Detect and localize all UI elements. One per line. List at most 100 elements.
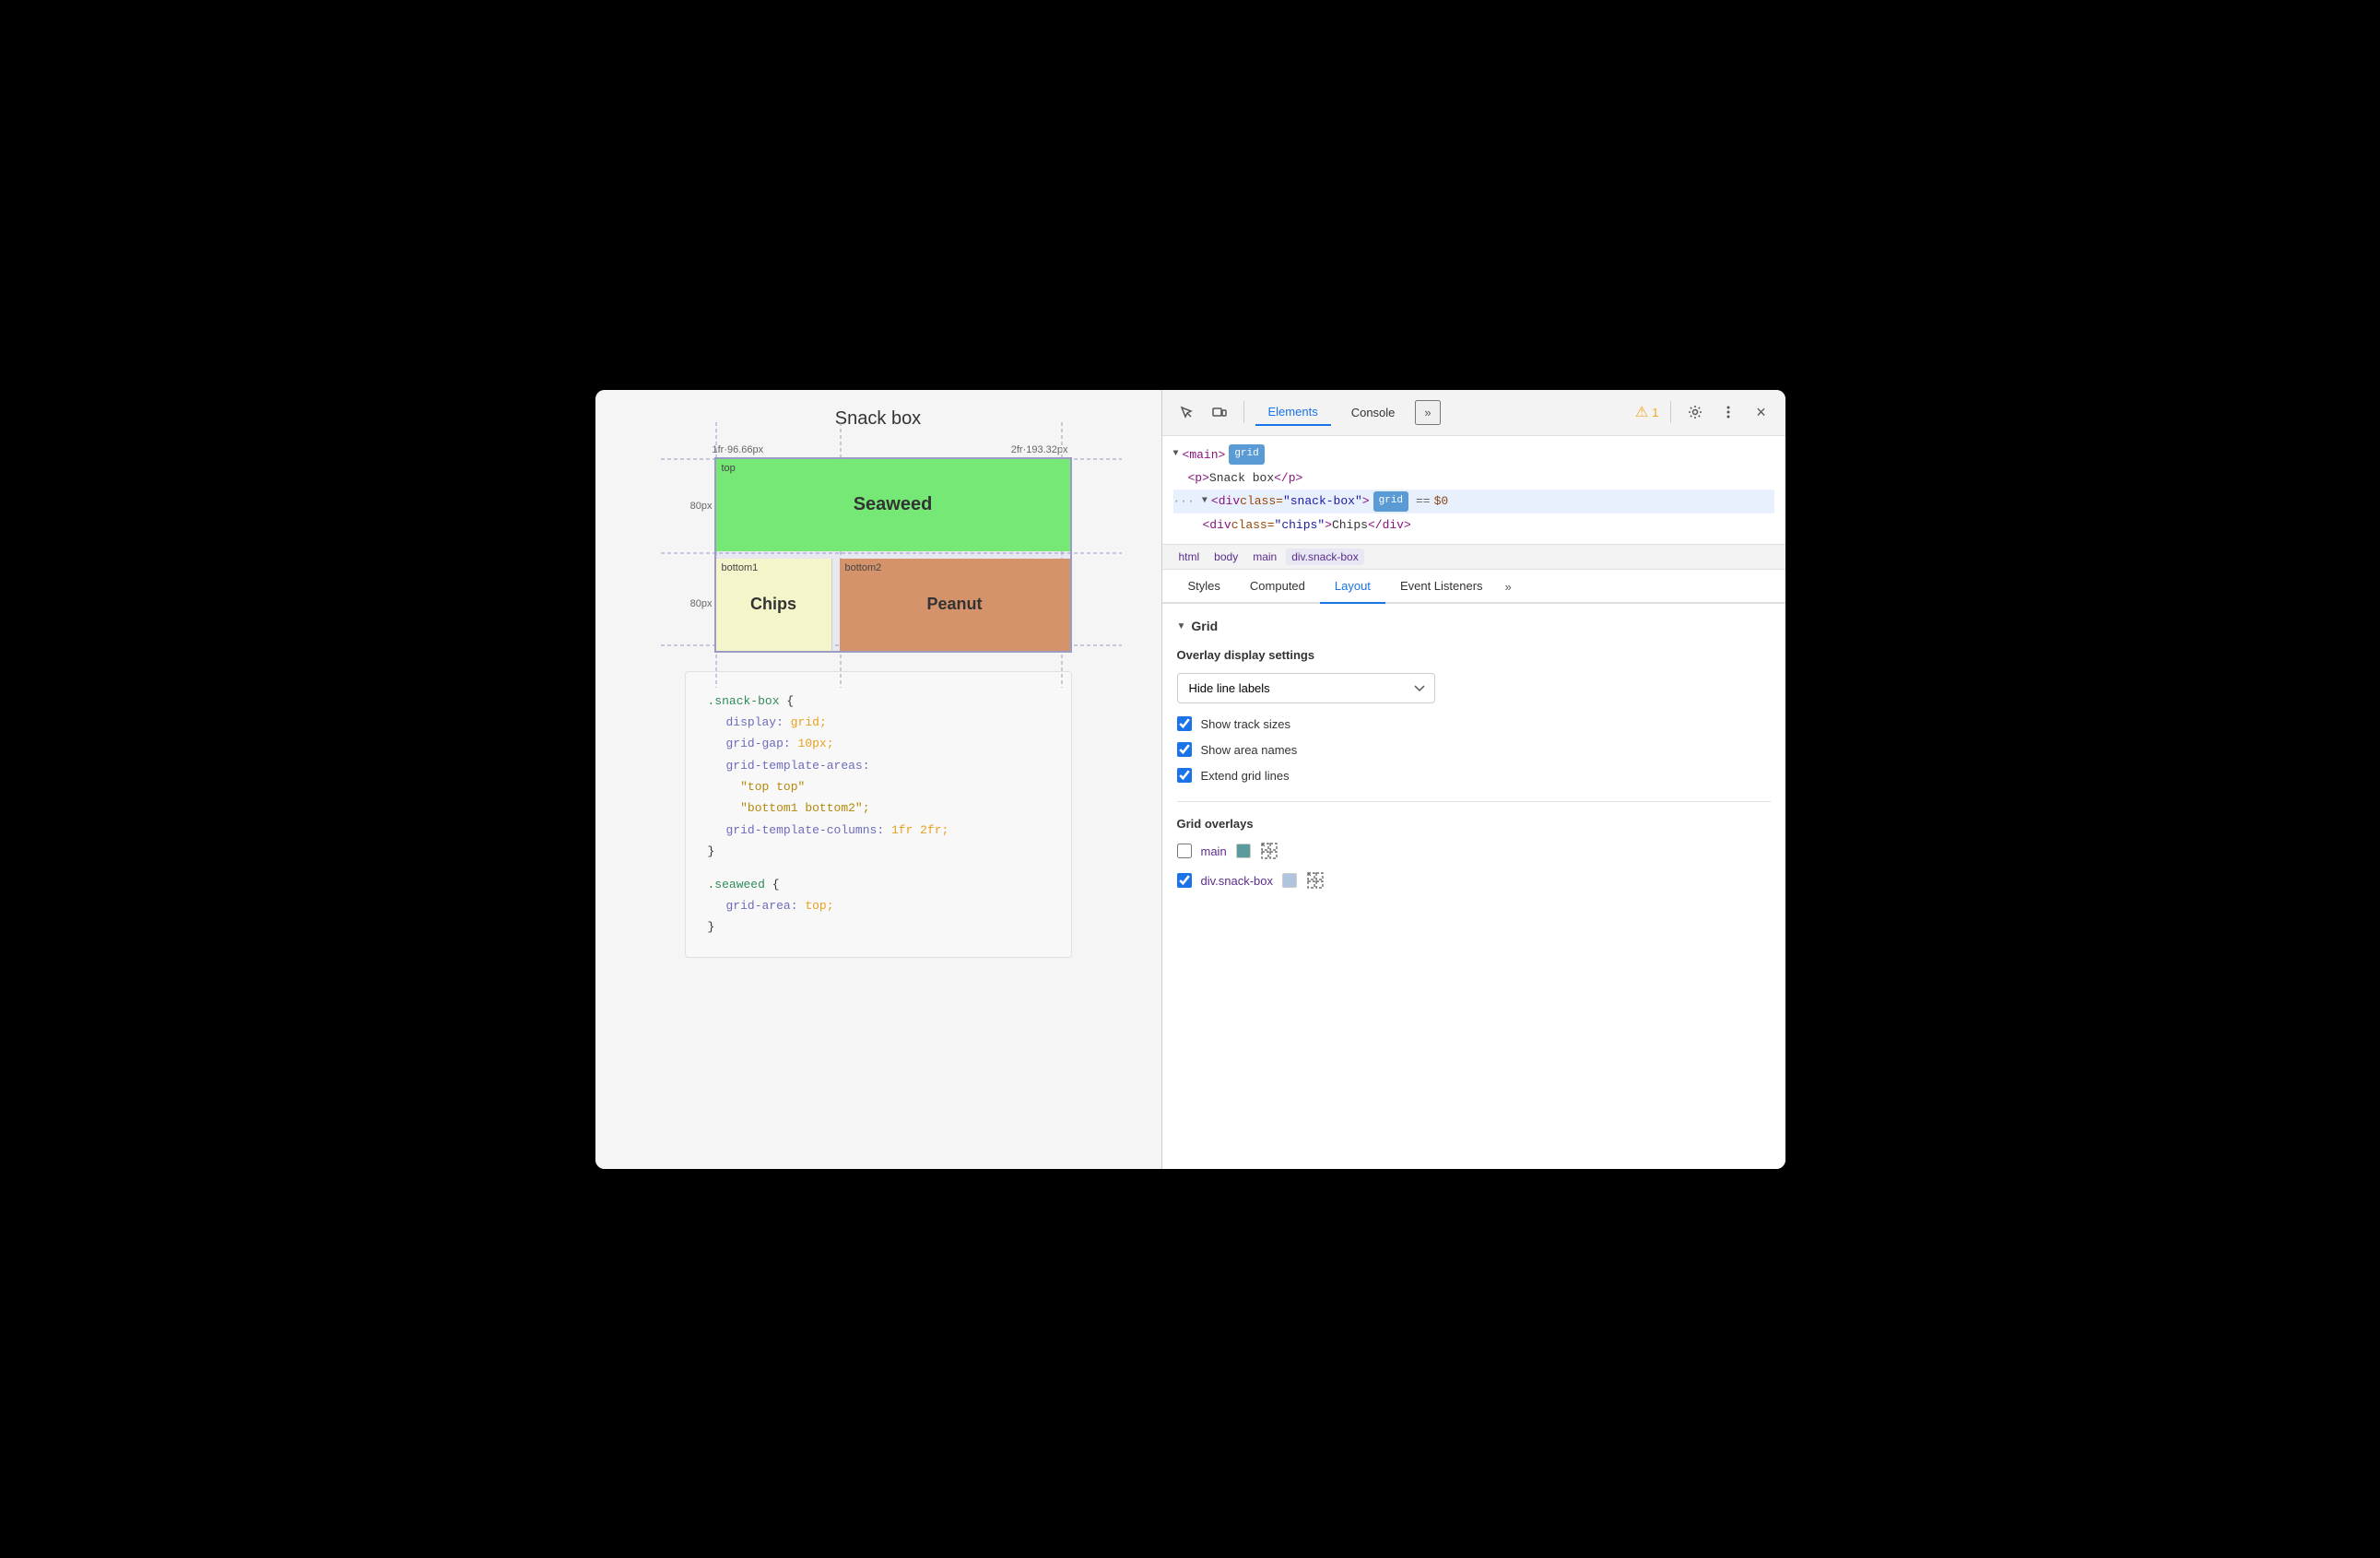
grid-label-col2: 2fr·193.32px <box>844 444 1072 455</box>
warning-count: 1 <box>1652 406 1658 419</box>
toolbar-right: ⚠ 1 × <box>1635 399 1774 425</box>
toolbar-separator-1 <box>1243 401 1244 423</box>
cell-peanut-content: Peanut <box>926 595 982 614</box>
code-line-close1: } <box>708 841 1049 862</box>
code-panel: .snack-box { display: grid; grid-gap: 10… <box>685 671 1072 958</box>
code-line-grid-area: grid-area: top; <box>726 895 1049 916</box>
grid-overlays-section: Grid overlays main <box>1177 817 1771 890</box>
code-blank <box>708 863 1049 874</box>
overlay-main-color[interactable] <box>1236 844 1251 858</box>
tab-event-listeners[interactable]: Event Listeners <box>1385 570 1498 604</box>
tab-computed[interactable]: Computed <box>1235 570 1320 604</box>
code-line-areas-label: grid-template-areas: <box>726 755 1049 776</box>
overlay-main-grid-icon[interactable] <box>1260 842 1278 860</box>
cell-seaweed-area: top <box>722 463 736 474</box>
tab-console[interactable]: Console <box>1338 400 1408 425</box>
dom-line-p: <p> Snack box </p> <box>1188 466 1774 490</box>
tab-more-btn[interactable]: » <box>1415 400 1440 425</box>
cell-chips-area: bottom1 <box>722 562 759 573</box>
dom-tree: ▼ <main> grid <p> Snack box </p> ··· ▼ <… <box>1162 436 1785 546</box>
dom-line-chips: <div class= "chips" > Chips </div> <box>1203 513 1774 537</box>
grid-row-2: bottom1 Chips bottom2 Peanut <box>716 559 1070 651</box>
cell-peanut: bottom2 Peanut <box>840 559 1070 651</box>
more-options-icon[interactable] <box>1715 399 1741 425</box>
code-line-close2: } <box>708 916 1049 938</box>
breadcrumb: html body main div.snack-box <box>1162 545 1785 570</box>
panel-tabs: Styles Computed Layout Event Listeners » <box>1162 570 1785 604</box>
snack-box-title: Snack box <box>835 408 921 430</box>
devtools-panel: Elements Console » ⚠ 1 <box>1162 390 1785 1169</box>
panel-tab-more[interactable]: » <box>1498 571 1519 603</box>
dom-badge-snack: grid <box>1373 491 1408 512</box>
dom-triangle-main: ▼ <box>1173 446 1179 463</box>
checkbox-extend-lines-input[interactable] <box>1177 768 1192 783</box>
breadcrumb-snack-box[interactable]: div.snack-box <box>1286 549 1363 565</box>
devtools-toolbar: Elements Console » ⚠ 1 <box>1162 390 1785 436</box>
breadcrumb-html[interactable]: html <box>1173 549 1206 565</box>
code-line-seaweed: .seaweed { <box>708 874 1049 895</box>
code-line-display: display: grid; <box>726 712 1049 733</box>
checkbox-extend-lines-label: Extend grid lines <box>1201 769 1290 783</box>
overlay-row-main: main <box>1177 842 1771 860</box>
dom-triangle-snack-box: ▼ <box>1202 493 1208 510</box>
code-line-1: .snack-box { <box>708 690 1049 712</box>
dom-line-main: ▼ <main> grid <box>1173 443 1774 466</box>
line-labels-dropdown[interactable]: Hide line labels Show line labels Show l… <box>1177 673 1435 703</box>
checkbox-track-sizes-label: Show track sizes <box>1201 717 1291 731</box>
overlay-settings: Overlay display settings Hide line label… <box>1177 648 1771 783</box>
checkbox-track-sizes: Show track sizes <box>1177 716 1771 731</box>
overlay-snack-checkbox[interactable] <box>1177 873 1192 888</box>
grid-section-header[interactable]: ▼ Grid <box>1177 619 1771 633</box>
code-line-areas-2: "bottom1 bottom2"; <box>726 797 1049 819</box>
code-line-areas-1: "top top" <box>726 776 1049 797</box>
checkbox-area-names-label: Show area names <box>1201 743 1298 757</box>
settings-icon[interactable] <box>1682 399 1708 425</box>
dom-line-snack-box[interactable]: ··· ▼ <div class= "snack-box" > grid == … <box>1173 490 1774 513</box>
overlay-main-label: main <box>1201 844 1227 858</box>
breadcrumb-body[interactable]: body <box>1208 549 1243 565</box>
grid-overlays-title: Grid overlays <box>1177 817 1771 831</box>
warning-icon: ⚠ <box>1635 403 1648 421</box>
dom-badge-main: grid <box>1229 444 1264 465</box>
toolbar-separator-2 <box>1670 401 1671 423</box>
tab-layout[interactable]: Layout <box>1320 570 1385 604</box>
grid-triangle: ▼ <box>1177 621 1186 631</box>
dom-ellipsis[interactable]: ··· <box>1173 490 1195 512</box>
cell-peanut-area: bottom2 <box>845 562 882 573</box>
left-panel: Snack box 1fr·96.66px 2fr·193.32px 80px … <box>595 390 1162 1169</box>
tab-styles[interactable]: Styles <box>1173 570 1235 604</box>
grid-row-gap <box>716 551 1070 559</box>
grid-visualizer: 1fr·96.66px 2fr·193.32px 80px 80px <box>685 444 1072 653</box>
grid-section-title: Grid <box>1191 619 1218 633</box>
grid-label-row2: 80px <box>685 598 713 609</box>
grid-label-col1: 1fr·96.66px <box>713 444 844 455</box>
overlay-snack-label: div.snack-box <box>1201 874 1274 888</box>
tab-elements[interactable]: Elements <box>1255 399 1331 426</box>
device-toggle-icon[interactable] <box>1207 399 1232 425</box>
cell-seaweed: top Seaweed <box>716 459 1070 551</box>
layout-content: ▼ Grid Overlay display settings Hide lin… <box>1162 604 1785 1168</box>
code-line-gap: grid-gap: 10px; <box>726 733 1049 754</box>
overlay-snack-color[interactable] <box>1282 873 1297 888</box>
grid-top-labels: 1fr·96.66px 2fr·193.32px <box>713 444 1072 455</box>
cell-chips-content: Chips <box>750 595 796 614</box>
close-icon[interactable]: × <box>1749 399 1774 425</box>
code-selector-snack: .snack-box <box>708 694 780 708</box>
browser-window: Snack box 1fr·96.66px 2fr·193.32px 80px … <box>595 390 1785 1169</box>
checkbox-track-sizes-input[interactable] <box>1177 716 1192 731</box>
overlay-settings-title: Overlay display settings <box>1177 648 1771 662</box>
overlay-main-checkbox[interactable] <box>1177 844 1192 858</box>
checkbox-area-names-input[interactable] <box>1177 742 1192 757</box>
code-selector-seaweed: .seaweed <box>708 878 765 891</box>
cell-chips: bottom1 Chips <box>716 559 832 651</box>
breadcrumb-main[interactable]: main <box>1247 549 1282 565</box>
grid-label-row1: 80px <box>685 501 713 512</box>
overlay-row-snack-box: div.snack-box <box>1177 871 1771 890</box>
warning-badge: ⚠ 1 <box>1635 403 1659 421</box>
checkbox-extend-lines: Extend grid lines <box>1177 768 1771 783</box>
cell-seaweed-content: Seaweed <box>854 494 933 515</box>
code-line-columns: grid-template-columns: 1fr 2fr; <box>726 820 1049 841</box>
overlay-snack-grid-icon[interactable] <box>1306 871 1325 890</box>
section-divider <box>1177 801 1771 802</box>
inspect-icon[interactable] <box>1173 399 1199 425</box>
